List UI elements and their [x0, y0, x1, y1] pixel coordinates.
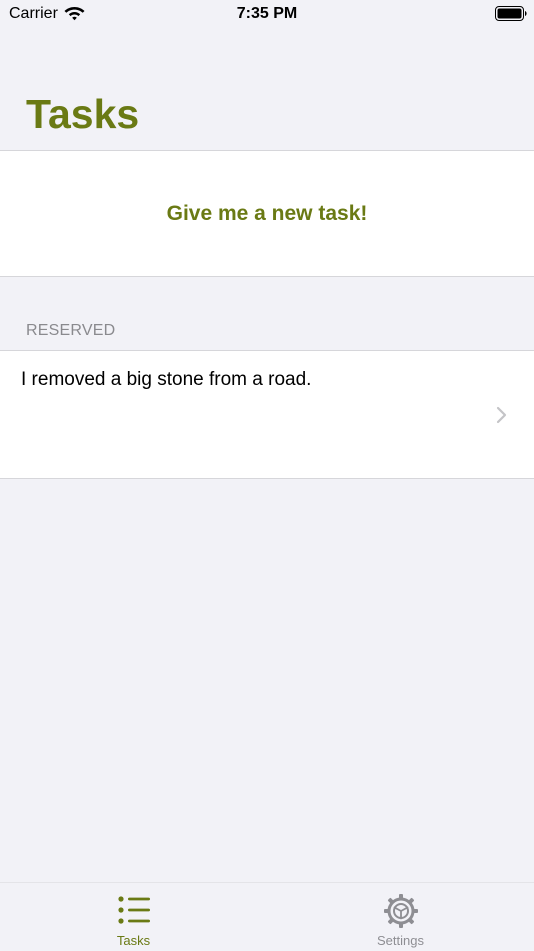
new-task-label: Give me a new task! — [166, 201, 368, 225]
new-task-button[interactable]: Give me a new task! — [0, 150, 534, 277]
tab-settings-label: Settings — [377, 933, 424, 948]
tab-tasks-label: Tasks — [116, 933, 151, 948]
reserved-task-row[interactable]: I removed a big stone from a road. — [0, 350, 534, 479]
list-icon — [117, 896, 150, 924]
page-title: Tasks — [26, 91, 140, 137]
chevron-right-icon — [496, 406, 507, 424]
reserved-task-text: I removed a big stone from a road. — [21, 369, 312, 390]
section-header-reserved: RESERVED — [26, 322, 116, 339]
tab-bar: Tasks Settings — [0, 882, 534, 950]
tab-tasks[interactable]: Tasks — [0, 883, 267, 951]
tab-settings[interactable]: Settings — [267, 883, 534, 951]
status-time: 7:35 PM — [236, 5, 298, 22]
status-bar: Carrier 7:35 PM — [0, 0, 534, 30]
gear-icon — [383, 894, 418, 928]
battery-icon — [495, 6, 527, 21]
